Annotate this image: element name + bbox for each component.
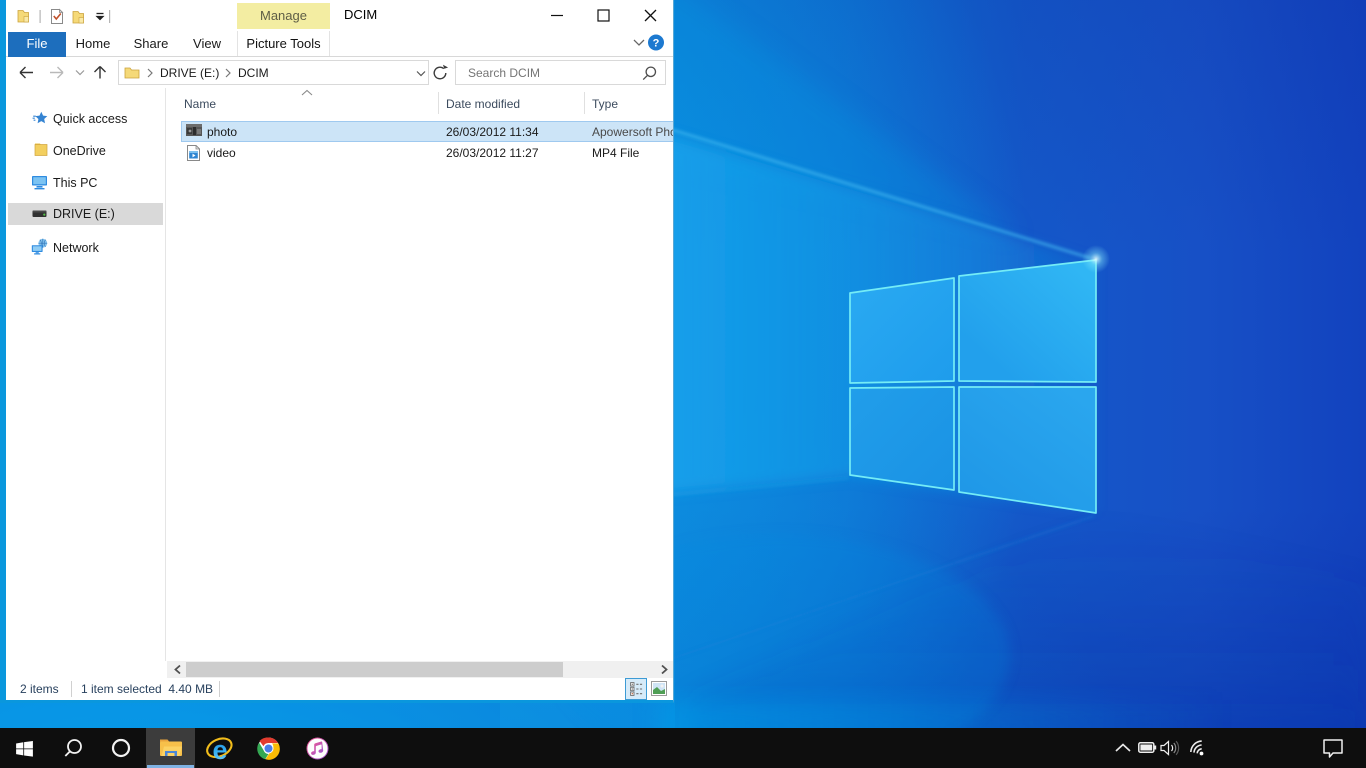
svg-text:?: ? [653, 38, 660, 50]
svg-text:e: e [212, 735, 227, 763]
